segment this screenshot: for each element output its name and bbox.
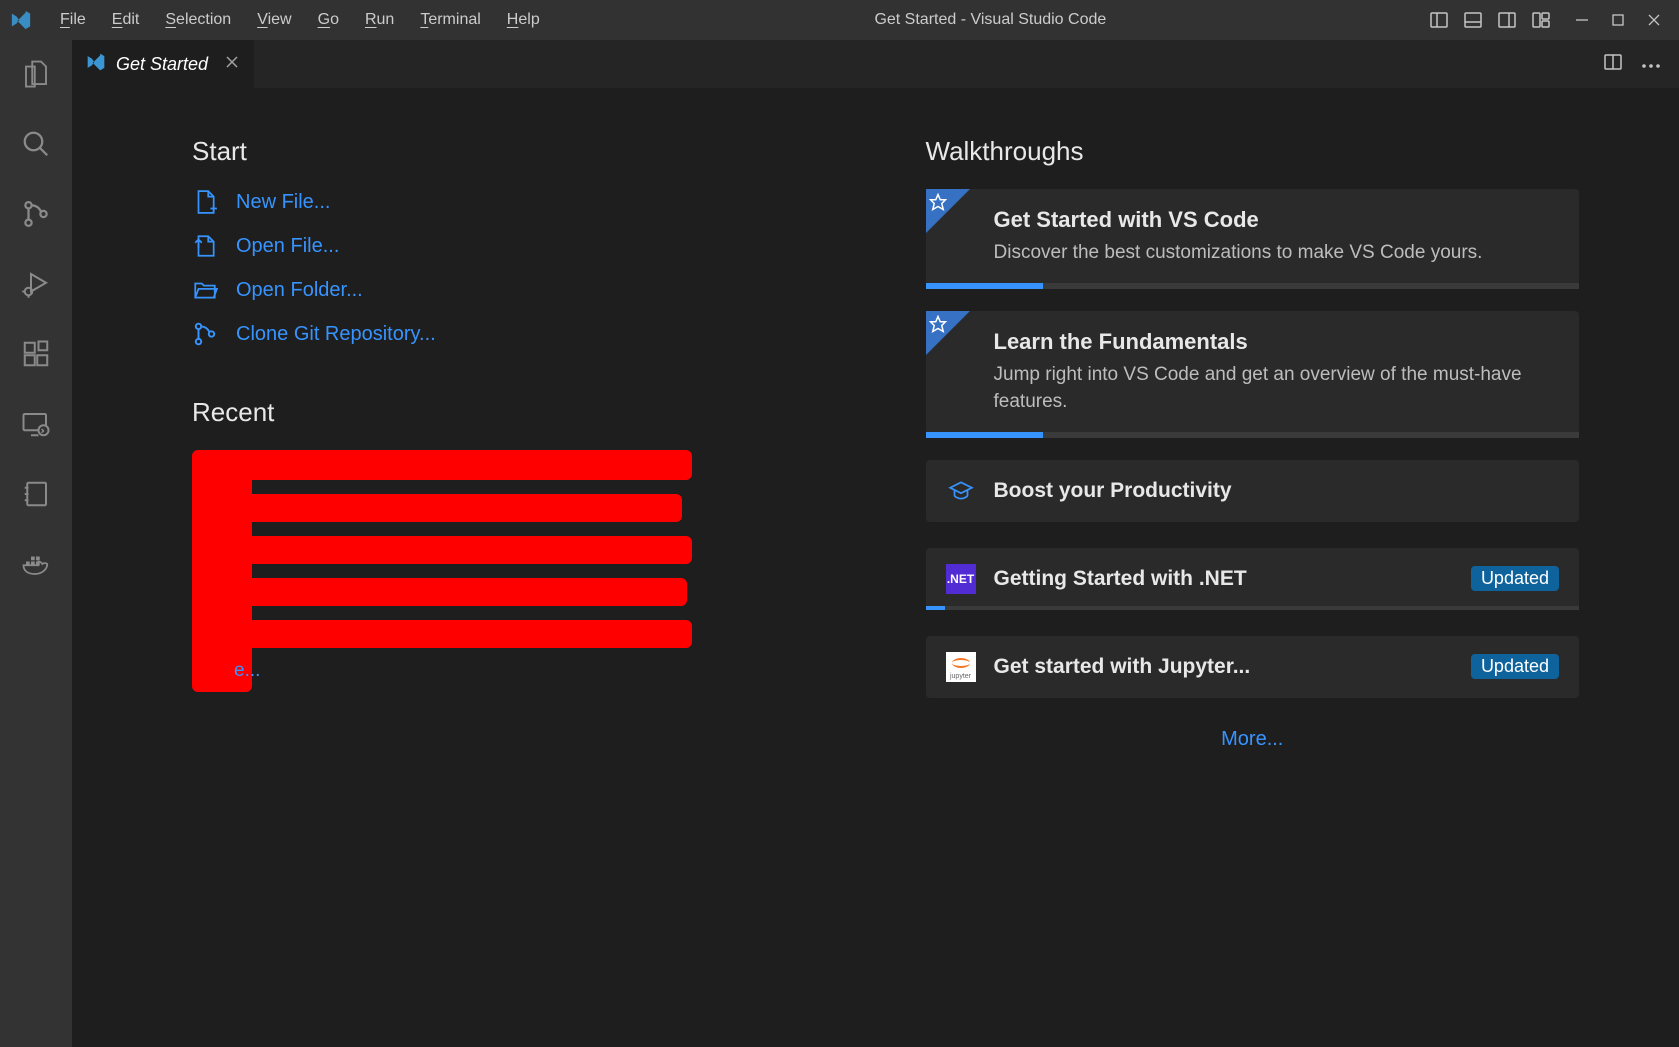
start-item-label: New File... [236,191,330,214]
search-icon[interactable] [16,124,56,164]
layout-controls [1429,10,1551,30]
card-dotnet[interactable]: .NET Getting Started with .NET Updated [926,548,1580,610]
editor-main: Get Started Start New File... [72,40,1679,1047]
tabs-bar: Get Started [72,40,1679,88]
card-title: Boost your Productivity [994,479,1560,503]
menu-terminal[interactable]: TTerminalerminal [408,5,492,35]
titlebar: FFileile EEditdit SSelectionelection VVi… [0,0,1679,40]
card-jupyter[interactable]: jupyter Get started with Jupyter... Upda… [926,636,1580,698]
run-debug-icon[interactable] [16,264,56,304]
card-learn-fundamentals[interactable]: Learn the Fundamentals Jump right into V… [926,311,1580,434]
menu-edit[interactable]: EEditdit [100,5,152,35]
start-heading: Start [192,136,846,167]
minimize-button[interactable] [1575,13,1589,27]
walkthroughs-heading: Walkthroughs [926,136,1580,167]
menu-run[interactable]: RRunun [353,5,406,35]
dotnet-icon: .NET [946,564,976,594]
card-title: Learn the Fundamentals [994,329,1556,355]
toggle-panel-icon[interactable] [1463,10,1483,30]
extensions-icon[interactable] [16,334,56,374]
start-item-label: Open Folder... [236,279,363,302]
recent-heading: Recent [192,397,846,428]
recent-more-link[interactable]: e... [234,660,260,682]
customize-layout-icon[interactable] [1531,10,1551,30]
star-badge-icon [926,311,970,355]
updated-badge: Updated [1471,566,1559,591]
menu-go[interactable]: GGoo [306,5,351,35]
start-clone-repo[interactable]: Clone Git Repository... [192,321,846,347]
toggle-primary-sidebar-icon[interactable] [1429,10,1449,30]
source-control-icon[interactable] [16,194,56,234]
window-title: Get Started - Visual Studio Code [552,11,1429,29]
window-controls [1565,13,1671,27]
start-open-file[interactable]: Open File... [192,233,846,259]
menubar: FFileile EEditdit SSelectionelection VVi… [48,5,552,35]
card-description: Discover the best customizations to make… [994,239,1556,267]
card-boost-productivity[interactable]: Boost your Productivity [926,460,1580,522]
menu-selection[interactable]: SSelectionelection [153,5,243,35]
vscode-tab-icon [86,52,106,77]
start-item-label: Open File... [236,235,339,258]
card-title: Getting Started with .NET [994,567,1453,591]
toggle-secondary-sidebar-icon[interactable] [1497,10,1517,30]
recent-list-redacted: e... [192,450,846,700]
jupyter-icon: jupyter [946,652,976,682]
split-editor-icon[interactable] [1603,52,1623,76]
start-item-label: Clone Git Repository... [236,323,436,346]
card-get-started-vscode[interactable]: Get Started with VS Code Discover the be… [926,189,1580,285]
mortarboard-icon [946,476,976,506]
menu-view[interactable]: VViewiew [245,5,303,35]
git-clone-icon [192,321,218,347]
open-file-icon [192,233,218,259]
card-title: Get started with Jupyter... [994,655,1453,679]
remote-explorer-icon[interactable] [16,404,56,444]
explorer-icon[interactable] [16,54,56,94]
card-progress [926,283,1580,289]
maximize-button[interactable] [1611,13,1625,27]
card-title: Get Started with VS Code [994,207,1556,233]
card-progress [926,432,1580,438]
vscode-logo-icon [8,7,34,33]
card-description: Jump right into VS Code and get an overv… [994,361,1556,416]
start-new-file[interactable]: New File... [192,189,846,215]
walkthroughs-more-link[interactable]: More... [926,728,1580,751]
menu-help[interactable]: HHelpelp [495,5,552,35]
card-progress [926,606,1580,610]
tab-get-started[interactable]: Get Started [72,40,255,88]
start-open-folder[interactable]: Open Folder... [192,277,846,303]
new-file-icon [192,189,218,215]
activity-bar [0,40,72,1047]
close-button[interactable] [1647,13,1661,27]
tab-label: Get Started [116,54,208,75]
star-badge-icon [926,189,970,233]
get-started-content: Start New File... Open File... Open Fold… [72,88,1679,1047]
more-actions-icon[interactable] [1641,56,1661,73]
tab-close-icon[interactable] [224,54,240,75]
notebook-icon[interactable] [16,474,56,514]
menu-file[interactable]: FFileile [48,5,98,35]
open-folder-icon [192,277,218,303]
docker-icon[interactable] [16,544,56,584]
updated-badge: Updated [1471,654,1559,679]
